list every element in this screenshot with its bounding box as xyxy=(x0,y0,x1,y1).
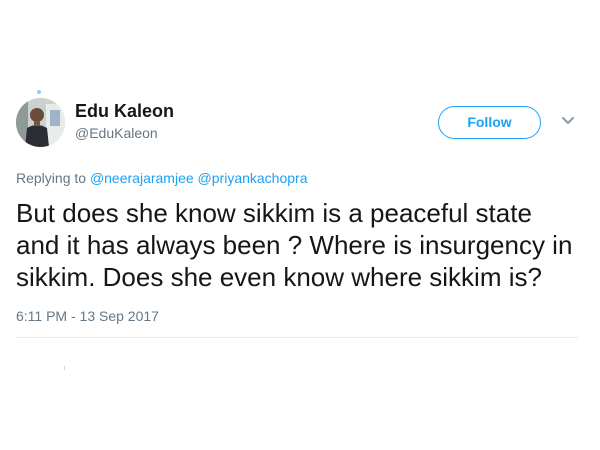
user-name-block: Edu Kaleon @EduKaleon xyxy=(75,100,174,143)
divider xyxy=(16,337,578,338)
replying-to-line: Replying to @neerajaramjee @priyankachop… xyxy=(16,168,578,188)
user-handle[interactable]: @EduKaleon xyxy=(75,123,174,143)
avatar-indicator-dot xyxy=(37,90,41,94)
divider-tick xyxy=(64,366,65,370)
tweet-header: Edu Kaleon @EduKaleon Follow xyxy=(16,88,578,150)
profile-photo-icon xyxy=(16,98,65,147)
display-name[interactable]: Edu Kaleon xyxy=(75,100,174,122)
tweet-text: But does she know sikkim is a peaceful s… xyxy=(16,198,573,292)
tweet-card: Edu Kaleon @EduKaleon Follow Replying to… xyxy=(16,88,578,370)
page: Edu Kaleon @EduKaleon Follow Replying to… xyxy=(0,0,600,450)
chevron-down-icon[interactable] xyxy=(561,116,575,126)
avatar[interactable] xyxy=(16,98,65,147)
mention-link-neerajaramjee[interactable]: @neerajaramjee xyxy=(90,170,194,186)
tweet-timestamp[interactable]: 6:11 PM - 13 Sep 2017 xyxy=(16,306,578,326)
replying-to-label: Replying to xyxy=(16,170,87,186)
follow-button[interactable]: Follow xyxy=(438,106,541,139)
mention-link-priyankachopra[interactable]: @priyankachopra xyxy=(198,170,308,186)
